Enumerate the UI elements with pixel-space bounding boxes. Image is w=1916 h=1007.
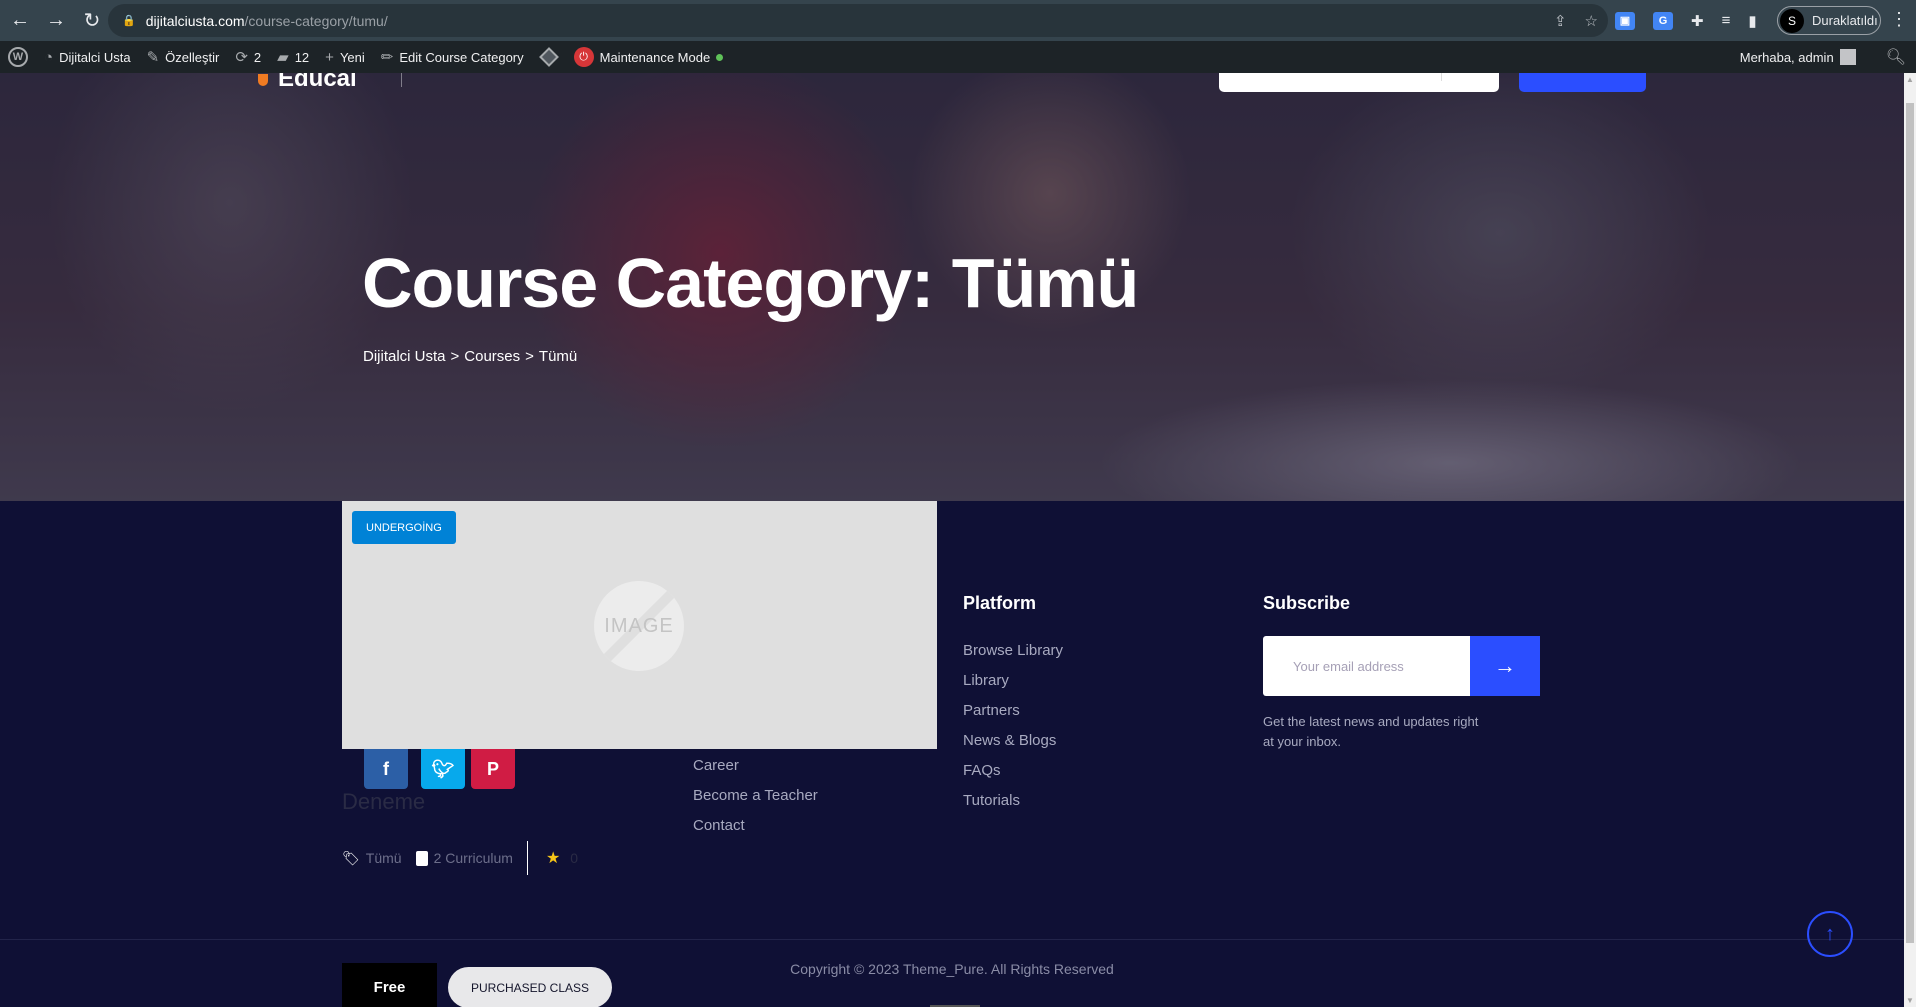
wp-logo-menu[interactable]: W [0, 41, 36, 73]
tag-icon: 🏷︎ [342, 849, 360, 866]
subscribe-submit-button[interactable]: → [1470, 636, 1540, 696]
hero-banner: Educal Course Category: Tümü Dijitalci U… [0, 73, 1904, 501]
footer-link-contact[interactable]: Contact [693, 811, 818, 841]
admin-comments[interactable]: ▰ 12 [269, 41, 317, 73]
breadcrumb-separator: > [450, 348, 460, 365]
arrow-up-icon: ↑ [1825, 922, 1835, 945]
meta-divider [526, 841, 528, 875]
scroll-down-icon[interactable]: ▼ [1906, 996, 1914, 1005]
share-icon[interactable]: ⇪ [1554, 12, 1567, 30]
subscribe-email-input[interactable] [1263, 636, 1470, 696]
wordpress-icon: W [8, 47, 28, 67]
share-pinterest-button[interactable]: P [471, 749, 515, 789]
pencil-icon: ✏ [380, 49, 394, 66]
footer-company-column: Career Become a Teacher Contact [693, 751, 818, 841]
admin-new[interactable]: + Yeni [317, 41, 373, 73]
profile-avatar: S [1780, 8, 1804, 33]
header-search-input[interactable] [1219, 73, 1499, 92]
breadcrumb-current: Tümü [538, 348, 578, 365]
platform-heading: Platform [963, 593, 1037, 613]
course-category[interactable]: 🏷︎ Tümü [342, 850, 402, 867]
book-icon [415, 850, 428, 866]
footer-link-become-teacher[interactable]: Become a Teacher [693, 781, 818, 811]
course-meta: 🏷︎ Tümü 2 Curriculum ★ 0 [342, 841, 578, 875]
scrollbar-thumb[interactable] [1906, 103, 1914, 943]
maintenance-icon: ⏻ [573, 47, 594, 67]
subscribe-note: Get the latest news and updates right at… [1263, 714, 1479, 749]
subscribe-form: → [1263, 636, 1540, 696]
brush-icon: ✎ [146, 49, 160, 66]
reload-button[interactable]: ↻ [76, 5, 108, 37]
admin-customize[interactable]: ✎ Özelleştir [139, 41, 228, 73]
site-header: Educal [0, 73, 1904, 93]
footer-link-browse-library[interactable]: Browse Library [963, 636, 1063, 666]
facebook-icon: f [383, 758, 389, 779]
pinterest-icon: P [486, 758, 499, 779]
dashboard-icon: ◔ [44, 48, 54, 66]
extensions-puzzle-icon[interactable]: ✚ [1691, 12, 1704, 30]
arrow-right-icon: → [1494, 653, 1516, 678]
bookmark-star-icon[interactable]: ☆ [1585, 12, 1598, 30]
plus-icon: + [325, 48, 334, 66]
footer-link-faqs[interactable]: FAQs [963, 756, 1063, 786]
admin-avatar [1839, 49, 1856, 65]
translate-icon[interactable]: G [1653, 11, 1673, 30]
admin-account[interactable]: Merhaba, admin [1732, 41, 1864, 73]
back-to-top-button[interactable]: ↑ [1807, 911, 1853, 957]
site-logo[interactable]: Educal [258, 73, 357, 87]
course-rating: 0 [570, 850, 579, 866]
page-title: Course Category: Tümü [362, 244, 1139, 322]
course-curriculum: 2 Curriculum [415, 850, 513, 866]
admin-edit-category[interactable]: ✏ Edit Course Category [373, 41, 532, 73]
image-placeholder-icon: IMAGE [594, 581, 684, 671]
footer-subscribe-column: Subscribe → Get the latest news and upda… [1263, 593, 1540, 752]
breadcrumb-courses[interactable]: Courses [464, 348, 520, 365]
copyright-text: Copyright © 2023 Theme_Pure. All Rights … [790, 961, 1114, 977]
plugin-diamond-icon[interactable] [538, 47, 559, 67]
admin-updates[interactable]: ⟳ 2 [227, 41, 269, 73]
breadcrumb: Dijitalci Usta > Courses > Tümü [363, 348, 577, 365]
extension-icon[interactable]: ▣ [1615, 11, 1635, 30]
url-path: /course-category/tumu/ [244, 12, 388, 29]
page-scrollbar[interactable]: ▲ ▼ [1904, 73, 1916, 1007]
scroll-up-icon[interactable]: ▲ [1906, 75, 1914, 84]
footer-link-career[interactable]: Career [693, 751, 818, 781]
course-thumbnail[interactable]: UNDERGOİNG IMAGE [342, 501, 937, 749]
browser-menu-icon[interactable]: ⋮ [1890, 10, 1908, 28]
footer-link-tutorials[interactable]: Tutorials [963, 786, 1063, 816]
address-bar[interactable]: 🔒 dijitalciusta.com /course-category/tum… [108, 4, 1608, 37]
forward-button[interactable]: → [40, 5, 72, 37]
share-twitter-button[interactable]: 🐦︎ [421, 749, 465, 789]
share-facebook-button[interactable]: f [364, 749, 408, 789]
lock-icon: 🔒 [122, 15, 136, 27]
status-dot [716, 53, 724, 61]
profile-button[interactable]: S Duraklatıldı [1777, 6, 1881, 35]
profile-label: Duraklatıldı [1812, 13, 1878, 28]
twitter-icon: 🐦︎ [431, 758, 455, 779]
footer-divider [0, 939, 1904, 940]
page: Educal Course Category: Tümü Dijitalci U… [0, 73, 1904, 1007]
breadcrumb-separator: > [525, 348, 534, 365]
header-cta-button[interactable] [1519, 73, 1646, 92]
comment-icon: ▰ [277, 49, 289, 66]
wp-admin-bar: W ◔ Dijitalci Usta ✎ Özelleştir ⟳ 2 ▰ 12 + Ye… [0, 41, 1916, 73]
course-status-badge: UNDERGOİNG [352, 511, 456, 544]
admin-search-icon[interactable]: 🔍︎ [1886, 47, 1906, 67]
breadcrumb-home[interactable]: Dijitalci Usta [363, 348, 446, 365]
footer-platform-column: Platform Browse Library Library Partners… [963, 593, 1063, 816]
footer-link-news-blogs[interactable]: News & Blogs [963, 726, 1063, 756]
course-title[interactable]: Deneme [342, 789, 425, 815]
updates-icon: ⟳ [235, 49, 248, 66]
url-host: dijitalciusta.com [145, 12, 245, 29]
admin-maintenance-mode[interactable]: ⏻ Maintenance Mode [566, 41, 732, 73]
footer-link-partners[interactable]: Partners [963, 696, 1063, 726]
side-panel-icon[interactable]: ▮ [1748, 12, 1756, 30]
admin-site-name[interactable]: ◔ Dijitalci Usta [36, 41, 139, 73]
back-button[interactable]: ← [4, 5, 36, 37]
browser-toolbar: ← → ↻ 🔒 dijitalciusta.com /course-catego… [0, 0, 1916, 41]
media-queue-icon[interactable]: ≡ [1722, 12, 1731, 29]
subscribe-heading: Subscribe [1263, 593, 1351, 613]
star-icon: ★ [545, 850, 561, 867]
footer-link-library[interactable]: Library [963, 666, 1063, 696]
